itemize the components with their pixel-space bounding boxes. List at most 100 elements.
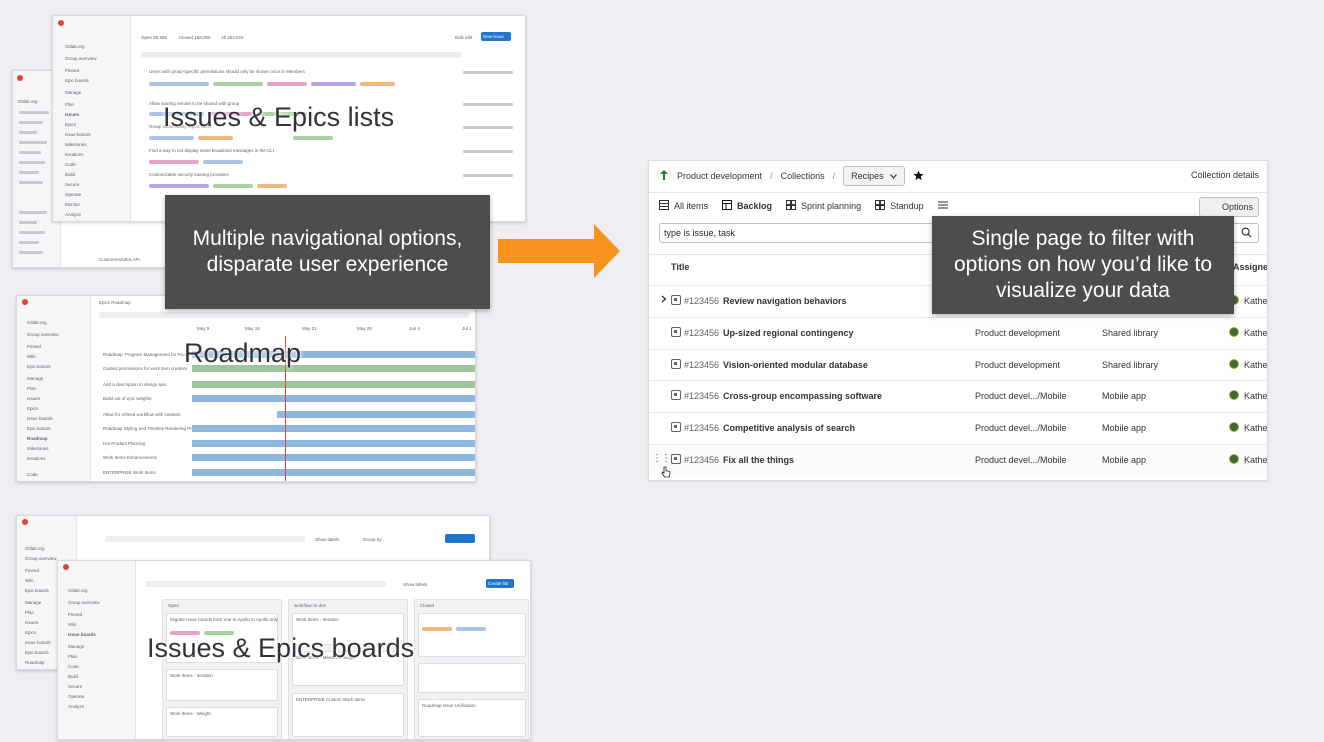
sidebar-item-issue-boards[interactable]: Issue boards: [68, 632, 96, 637]
sidebar-item-epics[interactable]: Epics: [27, 406, 38, 411]
breadcrumb-group[interactable]: Product development: [677, 171, 762, 181]
table-row[interactable]: #123456 Vision-oriented modular database…: [649, 349, 1267, 380]
sidebar-item-manage[interactable]: Manage: [65, 90, 81, 95]
sidebar-item-group-overview[interactable]: Group overview: [25, 556, 57, 561]
sidebar-item-manage[interactable]: Manage: [27, 376, 43, 381]
sidebar-item-issues[interactable]: Issues: [25, 620, 38, 625]
board-card[interactable]: [418, 663, 526, 693]
sidebar-item-secure[interactable]: Secure: [65, 182, 79, 187]
table-row[interactable]: #123456 Competitive analysis of search P…: [649, 412, 1267, 443]
row-id[interactable]: #123456: [684, 455, 719, 465]
roadmap-epic-title[interactable]: Work Items Enhancements: [103, 455, 157, 460]
row-id[interactable]: #123456: [684, 328, 719, 338]
table-row[interactable]: #123456 Up-sized regional contingency Pr…: [649, 317, 1267, 348]
sidebar-item-secure[interactable]: Secure: [68, 684, 82, 689]
column-assignee-header[interactable]: Assignee: [1233, 262, 1267, 272]
sidebar-item-code[interactable]: Code: [65, 162, 76, 167]
sidebar-item-epic-boards-2[interactable]: Epic boards: [25, 650, 49, 655]
row-id[interactable]: #123456: [684, 423, 719, 433]
row-assignee[interactable]: Kathe: [1244, 455, 1267, 465]
sidebar-item-wiki[interactable]: Wiki: [27, 354, 36, 359]
breadcrumb-section[interactable]: Collections: [781, 171, 825, 181]
row-assignee[interactable]: Kathe: [1244, 328, 1267, 338]
sidebar-item-issues[interactable]: Issues: [65, 112, 79, 117]
sidebar-item-issue-boards[interactable]: Issue boards: [25, 640, 51, 645]
sidebar-item-monitor[interactable]: Monitor: [65, 202, 80, 207]
board-card-title[interactable]: Roadmap Issue Unification: [422, 703, 476, 708]
roadmap-epic-bar[interactable]: [192, 454, 475, 461]
sidebar-item-issue-boards[interactable]: Issue boards: [27, 416, 53, 421]
roadmap-epic-bar[interactable]: [277, 411, 475, 418]
row-id[interactable]: #123456: [684, 391, 719, 401]
board-card[interactable]: [418, 613, 526, 657]
sidebar-item-pinned[interactable]: Pinned: [25, 568, 39, 573]
create-list-button[interactable]: [445, 534, 475, 543]
row-title[interactable]: Review navigation behaviors: [723, 296, 847, 306]
sidebar-item-roadmap[interactable]: Roadmap: [25, 660, 45, 665]
roadmap-epic-bar[interactable]: [192, 395, 475, 402]
sidebar-item-wiki[interactable]: Wiki: [25, 578, 34, 583]
roadmap-epic-bar[interactable]: [192, 381, 475, 388]
sidebar-item-epics[interactable]: Epics: [65, 122, 76, 127]
tab-closed[interactable]: Closed 168,056: [179, 35, 211, 40]
sidebar-item-operate[interactable]: Operate: [65, 192, 81, 197]
issue-title[interactable]: Customizable security training providers: [149, 172, 229, 177]
roadmap-epic-bar[interactable]: [192, 440, 475, 447]
sidebar-item-epic-boards[interactable]: Epic boards: [65, 78, 89, 83]
sidebar-item-group-overview[interactable]: Group overview: [65, 56, 97, 61]
row-id[interactable]: #123456: [684, 296, 719, 306]
issue-title[interactable]: Find a way to not display some broadcast…: [149, 148, 274, 153]
collection-selector[interactable]: Recipes: [843, 166, 905, 186]
column-title-header[interactable]: Title: [671, 262, 689, 272]
sidebar-item-milestones[interactable]: Milestones: [65, 142, 87, 147]
roadmap-epic-title[interactable]: ENTERPRISE Work Items: [103, 470, 156, 475]
roadmap-epic-bar[interactable]: [192, 425, 475, 432]
row-assignee[interactable]: Kathe: [1244, 296, 1267, 306]
roadmap-epic-bar[interactable]: [192, 469, 475, 476]
sidebar-item-pinned[interactable]: Pinned: [68, 612, 82, 617]
row-title[interactable]: Up-sized regional contingency: [723, 328, 854, 338]
board-card-title[interactable]: Migrate Issue boards from Vue to Apollo …: [170, 617, 278, 622]
sidebar-item-epics[interactable]: Epics: [25, 630, 36, 635]
tab-open[interactable]: Open 85,888: [141, 35, 167, 40]
sidebar-item-issues[interactable]: Issues: [27, 396, 40, 401]
board-card-title[interactable]: Work Items - Weight: [170, 711, 211, 716]
collection-details-link[interactable]: Collection details: [1191, 170, 1259, 180]
chevron-right-icon[interactable]: [661, 295, 667, 305]
row-assignee[interactable]: Kathe: [1244, 360, 1267, 370]
sidebar-item-operate[interactable]: Operate: [68, 694, 84, 699]
tab-more[interactable]: [937, 200, 948, 212]
sidebar-item-code[interactable]: Code: [68, 664, 79, 669]
roadmap-epic-title[interactable]: Build out of epic weights: [103, 396, 152, 401]
sidebar-item-plan[interactable]: Plan: [27, 386, 36, 391]
sidebar-item-analyze[interactable]: Analyze: [65, 212, 81, 217]
sidebar-item-pinned[interactable]: Pinned: [65, 68, 79, 73]
row-title[interactable]: Cross-group encompassing software: [723, 391, 882, 401]
sidebar-item-code[interactable]: Code: [27, 472, 38, 477]
row-assignee[interactable]: Kathe: [1244, 391, 1267, 401]
tab-sprint-planning[interactable]: Sprint planning: [786, 200, 861, 212]
sidebar-item-manage[interactable]: Manage: [25, 600, 41, 605]
roadmap-epic-title[interactable]: Allow for refined workflow with lossless: [103, 412, 181, 417]
bulk-edit-button[interactable]: Bulk edit: [455, 35, 472, 40]
sidebar-item-plan[interactable]: Plan: [65, 102, 74, 107]
sidebar-item-build[interactable]: Build: [65, 172, 75, 177]
row-title[interactable]: Vision-oriented modular database: [723, 360, 868, 370]
search-icon[interactable]: [1241, 227, 1252, 240]
sidebar-item-epic-boards-2[interactable]: Epic boards: [27, 426, 51, 431]
board-card-title[interactable]: Work Items - Iteration: [296, 617, 339, 622]
board-card-title[interactable]: ENTERPRISE Custom Work Items: [296, 697, 365, 702]
sidebar-item-milestones[interactable]: Milestones: [27, 446, 49, 451]
row-id[interactable]: #123456: [684, 360, 719, 370]
sidebar-item-group-overview[interactable]: Group overview: [27, 332, 59, 337]
board-card-title[interactable]: Work Items - Iteration: [170, 673, 213, 678]
options-button[interactable]: Options: [1199, 197, 1259, 217]
table-row[interactable]: #123456 Cross-group encompassing softwar…: [649, 380, 1267, 411]
sidebar-item-iterations[interactable]: Iterations: [65, 152, 84, 157]
star-icon[interactable]: [913, 169, 924, 183]
table-row[interactable]: ⋮⋮ #123456 Fix all the things Product de…: [649, 444, 1267, 475]
sidebar-item-plan[interactable]: Plan: [68, 654, 77, 659]
sidebar-item-epic-boards[interactable]: Epic boards: [25, 588, 49, 593]
sidebar-item-analyze[interactable]: Analyze: [68, 704, 84, 709]
sidebar-item-epic-boards[interactable]: Epic boards: [27, 364, 51, 369]
